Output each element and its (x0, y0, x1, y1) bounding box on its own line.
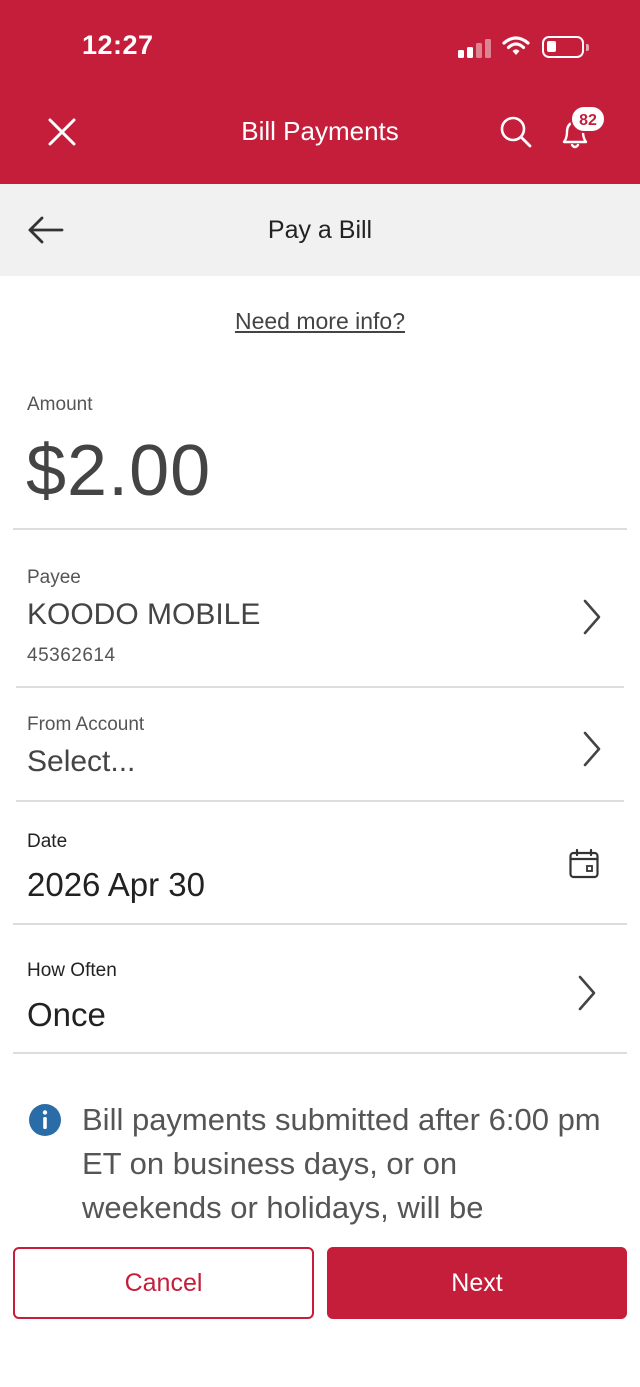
status-time: 12:27 (82, 30, 154, 60)
how-often-label: How Often (27, 960, 117, 981)
battery-icon (542, 36, 589, 58)
page-title: Pay a Bill (267, 216, 373, 244)
page-subheader: Pay a Bill (0, 184, 640, 276)
chevron-right-icon (583, 599, 601, 635)
divider (13, 1052, 627, 1054)
wifi-icon (502, 36, 530, 55)
amount-label: Amount (27, 394, 93, 415)
search-icon (500, 116, 532, 148)
payee-account-number: 45362614 (27, 645, 116, 666)
divider (16, 686, 624, 688)
payment-notice: Bill payments submitted after 6:00 pm ET… (0, 1080, 640, 1230)
cancel-button[interactable]: Cancel (13, 1247, 314, 1319)
app-header: 12:27 Bill Payments 82 (0, 0, 640, 184)
search-button[interactable] (496, 112, 536, 152)
date-value: 2026 Apr 30 (27, 866, 205, 903)
notice-text: Bill payments submitted after 6:00 pm ET… (82, 1102, 601, 1225)
chevron-right-icon (583, 731, 601, 767)
date-label: Date (27, 831, 68, 852)
from-account-value: Select... (27, 745, 136, 778)
cellular-signal-icon (458, 38, 492, 58)
header-title: Bill Payments (241, 116, 399, 146)
divider (16, 800, 624, 802)
payee-name: KOODO MOBILE (27, 598, 261, 631)
how-often-value: Once (27, 996, 106, 1033)
from-account-label: From Account (27, 714, 145, 735)
notification-badge: 82 (570, 105, 606, 133)
divider (13, 528, 627, 530)
next-button[interactable]: Next (327, 1247, 627, 1319)
need-more-info-link[interactable]: Need more info? (0, 308, 640, 335)
calendar-icon[interactable] (568, 848, 600, 880)
amount-input[interactable]: $2.00 (26, 430, 211, 512)
divider (13, 923, 627, 925)
info-icon (29, 1104, 61, 1136)
payee-label: Payee (27, 567, 81, 588)
chevron-right-icon (578, 975, 596, 1011)
